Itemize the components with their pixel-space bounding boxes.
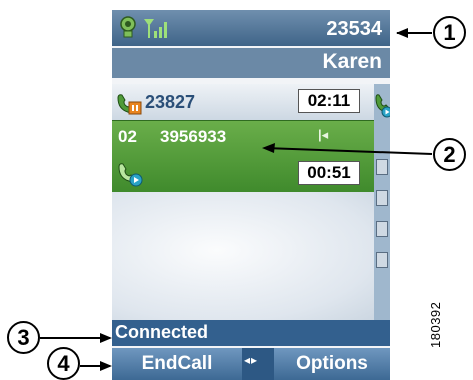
callout-leaders	[40, 28, 433, 371]
figure-id: 180392	[428, 301, 443, 348]
callout-1: 1	[433, 16, 466, 49]
callout-4: 4	[47, 347, 80, 380]
callout-2: 2	[433, 138, 466, 171]
callout-3: 3	[7, 321, 40, 354]
